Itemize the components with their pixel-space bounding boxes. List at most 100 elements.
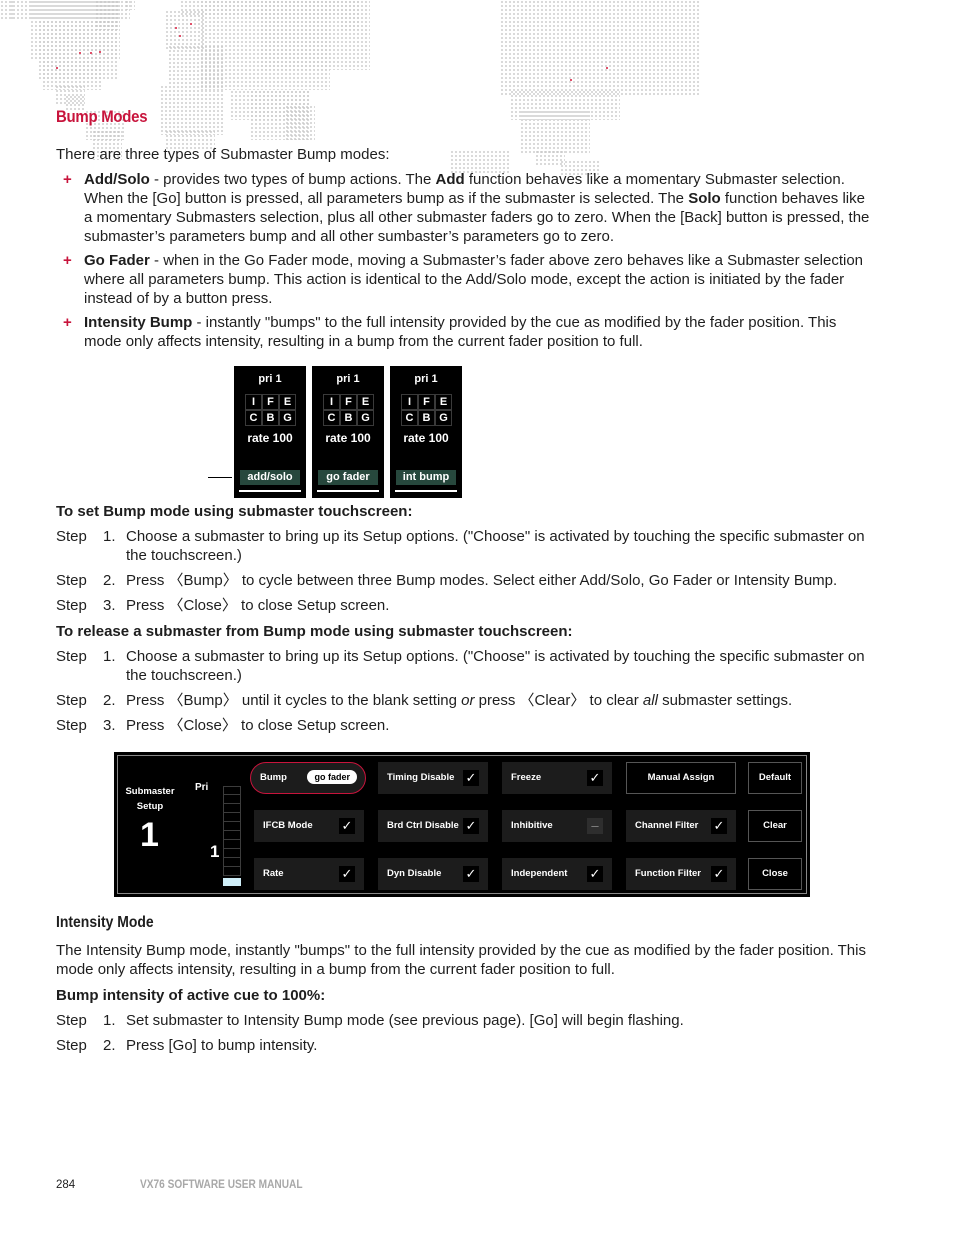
param-cell: G bbox=[357, 410, 374, 426]
step-item: Step 1. Set submaster to Intensity Bump … bbox=[56, 1011, 876, 1030]
step-item: Step 2. Press [Go] to bump intensity. bbox=[56, 1036, 876, 1055]
step-text: Press 〈Close〉 to close Setup screen. bbox=[126, 717, 390, 734]
step-number: 1. bbox=[103, 648, 116, 665]
priority-label: pri 1 bbox=[414, 373, 438, 385]
param-cell: B bbox=[340, 410, 357, 426]
param-cell: B bbox=[418, 410, 435, 426]
checkmark-icon[interactable]: ✓ bbox=[463, 866, 479, 882]
bump-mode-value: go fader bbox=[307, 770, 357, 784]
intensity-procedure-heading: Bump intensity of active cue to 100%: bbox=[56, 987, 326, 1004]
checkmark-icon[interactable]: ✓ bbox=[711, 818, 727, 834]
set-procedure-heading: To set Bump mode using submaster touchsc… bbox=[56, 503, 413, 520]
param-cell: G bbox=[279, 410, 296, 426]
list-item-intensity-bump: + Intensity Bump - instantly "bumps" to … bbox=[63, 314, 837, 350]
rate-label: rate 100 bbox=[325, 431, 371, 445]
plus-bullet-icon: + bbox=[63, 171, 72, 188]
manual-title: VX76 SOFTWARE USER MANUAL bbox=[140, 1179, 303, 1191]
callout-line bbox=[208, 477, 232, 478]
parameter-grid: IFE CBG bbox=[323, 394, 374, 426]
clear-button[interactable]: Clear bbox=[748, 810, 802, 842]
term: Go Fader bbox=[84, 252, 150, 269]
bump-mode-badge: add/solo bbox=[240, 470, 300, 485]
param-cell: F bbox=[418, 394, 435, 410]
toggle-function-filter[interactable]: Function Filter ✓ bbox=[626, 858, 736, 890]
priority-label: pri 1 bbox=[336, 373, 360, 385]
checkmark-icon[interactable]: ✓ bbox=[587, 866, 603, 882]
checkmark-icon[interactable]: ✓ bbox=[587, 770, 603, 786]
toggle-brd-ctrl-disable[interactable]: Brd Ctrl Disable ✓ bbox=[378, 810, 488, 842]
release-procedure-steps: Step 1. Choose a submaster to bring up i… bbox=[56, 647, 876, 741]
term: Add/Solo bbox=[84, 171, 150, 188]
step-label: Step bbox=[56, 717, 87, 734]
toggle-inhibitive[interactable]: Inhibitive – bbox=[502, 810, 612, 842]
toggle-freeze[interactable]: Freeze ✓ bbox=[502, 762, 612, 794]
list-item-go-fader: + Go Fader - when in the Go Fader mode, … bbox=[63, 252, 864, 307]
priority-label: Pri bbox=[195, 782, 209, 793]
submaster-number: 1 bbox=[140, 816, 159, 854]
step-text: Choose a submaster to bring up its Setup… bbox=[126, 648, 865, 684]
step-text: Choose a submaster to bring up its Setup… bbox=[126, 528, 865, 564]
checkmark-icon[interactable]: ✓ bbox=[339, 866, 355, 882]
priority-value: 1 bbox=[210, 842, 220, 861]
param-cell: E bbox=[357, 394, 374, 410]
param-cell: G bbox=[435, 410, 452, 426]
step-number: 3. bbox=[103, 717, 116, 734]
checkmark-icon[interactable]: ✓ bbox=[711, 866, 727, 882]
priority-label: pri 1 bbox=[258, 373, 282, 385]
step-text: Press 〈Close〉 to close Setup screen. bbox=[126, 597, 390, 614]
toggle-dyn-disable[interactable]: Dyn Disable ✓ bbox=[378, 858, 488, 890]
submaster-setup-panel: Submaster Setup 1 Pri 1 Bump go fader IF… bbox=[114, 752, 810, 897]
toggle-ifcb-mode[interactable]: IFCB Mode ✓ bbox=[254, 810, 364, 842]
step-label: Step bbox=[56, 1037, 87, 1054]
step-number: 3. bbox=[103, 597, 116, 614]
close-button[interactable]: Close bbox=[748, 858, 802, 890]
manual-assign-button[interactable]: Manual Assign bbox=[626, 762, 736, 794]
toggle-independent[interactable]: Independent ✓ bbox=[502, 858, 612, 890]
param-cell: C bbox=[245, 410, 262, 426]
fader-cards: pri 1 IFECBG rate 100 add/solo pri 1 IFE… bbox=[234, 366, 462, 498]
step-text: Press [Go] to bump intensity. bbox=[126, 1037, 318, 1054]
toggle-channel-filter[interactable]: Channel Filter ✓ bbox=[626, 810, 736, 842]
priority-fader[interactable] bbox=[223, 786, 241, 886]
unchecked-icon[interactable]: – bbox=[587, 818, 603, 834]
checkmark-icon[interactable]: ✓ bbox=[463, 770, 479, 786]
param-cell: C bbox=[323, 410, 340, 426]
checkmark-icon[interactable]: ✓ bbox=[339, 818, 355, 834]
param-cell: E bbox=[435, 394, 452, 410]
step-number: 2. bbox=[103, 1037, 116, 1054]
term: Intensity Bump bbox=[84, 314, 193, 331]
toggle-rate[interactable]: Rate ✓ bbox=[254, 858, 364, 890]
step-text: Set submaster to Intensity Bump mode (se… bbox=[126, 1012, 684, 1029]
intensity-mode-heading: Intensity Mode bbox=[56, 914, 154, 931]
set-procedure-steps: Step 1. Choose a submaster to bring up i… bbox=[56, 527, 876, 621]
param-cell: E bbox=[279, 394, 296, 410]
param-cell: I bbox=[401, 394, 418, 410]
step-number: 2. bbox=[103, 572, 116, 589]
toggle-timing-disable[interactable]: Timing Disable ✓ bbox=[378, 762, 488, 794]
rate-label: rate 100 bbox=[403, 431, 449, 445]
list-item-add-solo: + Add/Solo - provides two types of bump … bbox=[63, 171, 870, 245]
step-label: Step bbox=[56, 1012, 87, 1029]
page-number: 284 bbox=[56, 1179, 76, 1191]
step-number: 2. bbox=[103, 692, 116, 709]
fader-card-int-bump[interactable]: pri 1 IFE CBG rate 100 int bump bbox=[390, 366, 462, 498]
step-item: Step 2. Press 〈Bump〉 to cycle between th… bbox=[56, 571, 876, 590]
param-cell: I bbox=[245, 394, 262, 410]
parameter-grid: IFE CBG bbox=[401, 394, 452, 426]
bump-mode-button[interactable]: Bump go fader bbox=[250, 762, 366, 794]
step-label: Step bbox=[56, 648, 87, 665]
fader-underline bbox=[395, 490, 457, 492]
intro-paragraph: There are three types of Submaster Bump … bbox=[56, 146, 390, 163]
param-cell: I bbox=[323, 394, 340, 410]
default-button[interactable]: Default bbox=[748, 762, 802, 794]
plus-bullet-icon: + bbox=[63, 252, 72, 269]
param-cell: F bbox=[340, 394, 357, 410]
fader-card-add-solo[interactable]: pri 1 IFE CBG rate 100 add/solo bbox=[234, 366, 306, 498]
step-label: Step bbox=[56, 572, 87, 589]
parameter-grid: IFE CBG bbox=[245, 394, 296, 426]
section-title: Bump Modes bbox=[56, 107, 148, 126]
checkmark-icon[interactable]: ✓ bbox=[463, 818, 479, 834]
fader-card-go-fader[interactable]: pri 1 IFE CBG rate 100 go fader bbox=[312, 366, 384, 498]
bump-mode-list: + Add/Solo - provides two types of bump … bbox=[56, 170, 876, 356]
param-cell: F bbox=[262, 394, 279, 410]
